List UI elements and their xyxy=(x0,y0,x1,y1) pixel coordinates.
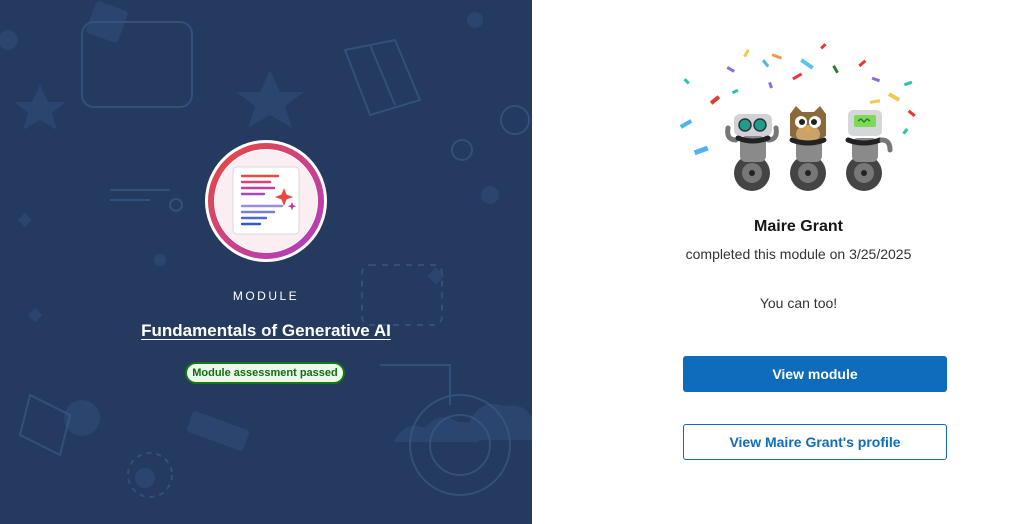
view-module-button[interactable]: View module xyxy=(683,356,947,392)
user-name: Maire Grant xyxy=(754,218,843,235)
encouragement-text: You can too! xyxy=(759,295,838,311)
view-profile-button[interactable]: View Maire Grant's profile xyxy=(683,424,947,460)
completion-text: completed this module on 3/25/2025 xyxy=(685,246,912,262)
mascot-robot-gray-icon xyxy=(845,110,893,191)
achievement-panel: Maire Grant completed this module on 3/2… xyxy=(532,0,1011,524)
document-sparkle-icon xyxy=(205,140,327,262)
mascot-owl-icon xyxy=(789,106,827,191)
module-title-link[interactable]: Fundamentals of Generative AI xyxy=(0,321,532,341)
module-info-panel: MODULE Fundamentals of Generative AI Mod… xyxy=(0,0,532,524)
module-badge xyxy=(204,139,328,263)
module-kicker: MODULE xyxy=(232,289,300,303)
celebrating-mascots-illustration xyxy=(679,43,916,191)
mascot-robot-green-icon xyxy=(725,114,779,191)
assessment-passed-badge: Module assessment passed xyxy=(185,362,345,384)
